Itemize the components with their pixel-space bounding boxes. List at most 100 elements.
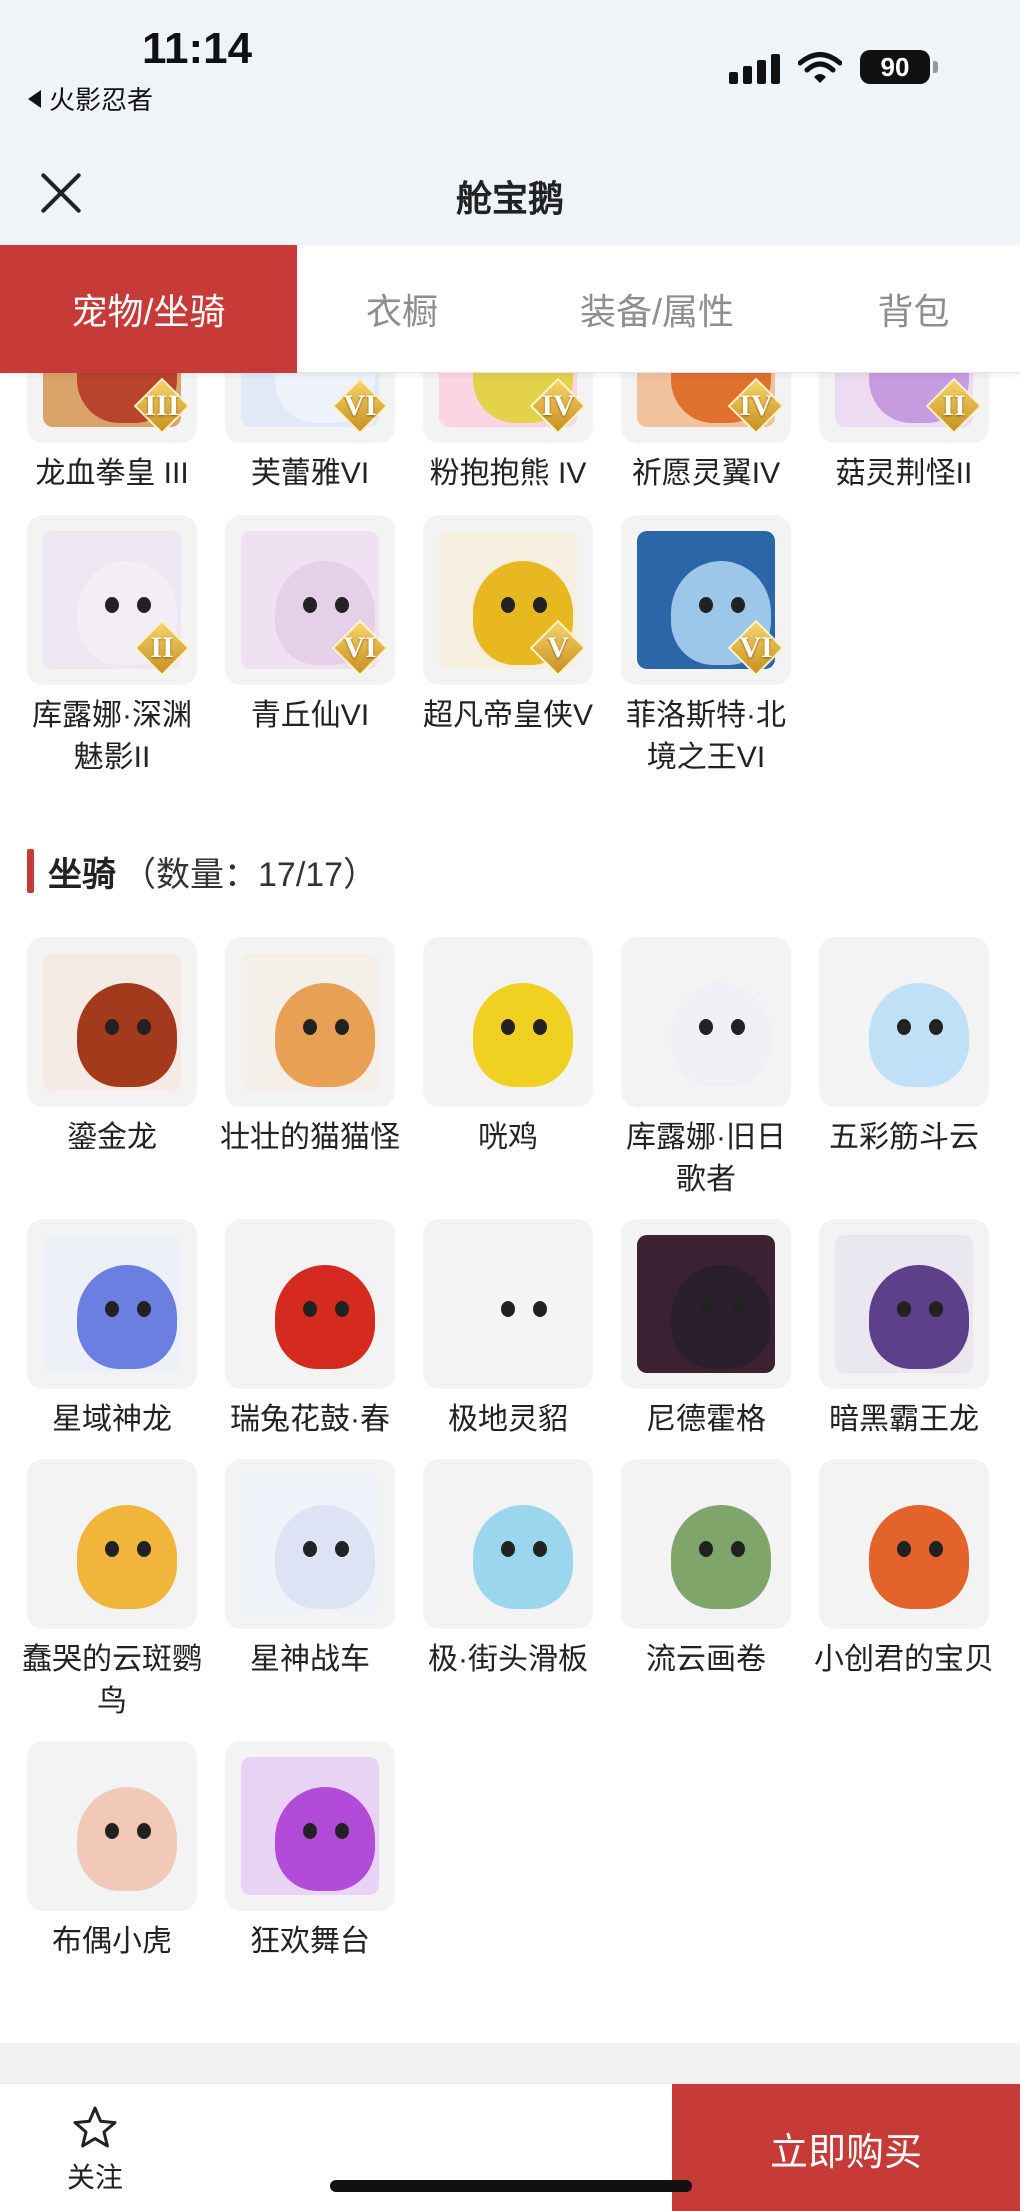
- character-body: [77, 1505, 177, 1609]
- character-eye: [105, 1019, 119, 1035]
- content-scroll[interactable]: III 龙血拳皇 III VI 芙蕾雅VI IV 粉抱抱熊 IV IV 祈愿灵翼IV II 菇灵荆…: [0, 373, 1020, 2043]
- character-body: [869, 1265, 969, 1369]
- character-eye: [335, 1823, 349, 1839]
- item-thumbnail: VI: [225, 515, 395, 685]
- mount-item[interactable]: 咣鸡: [423, 937, 593, 1201]
- mount-item[interactable]: 五彩筋斗云: [819, 937, 989, 1201]
- character-eye: [699, 1541, 713, 1557]
- pet-item[interactable]: VI 芙蕾雅VI: [225, 373, 395, 495]
- character-body: [275, 1505, 375, 1609]
- item-label: 库露娜·旧日歌者: [626, 1121, 786, 1196]
- wifi-icon: [798, 52, 842, 83]
- follow-button[interactable]: 关注: [40, 2104, 150, 2196]
- content-end-divider: [0, 2043, 1020, 2083]
- mount-item[interactable]: 极·街头滑板: [423, 1459, 593, 1723]
- mount-item[interactable]: 星域神龙: [27, 1219, 197, 1441]
- tier-numeral: II: [942, 389, 966, 422]
- mount-item[interactable]: 极地灵貂: [423, 1219, 593, 1441]
- mount-item[interactable]: 暗黑霸王龙: [819, 1219, 989, 1441]
- back-to-app-link[interactable]: 火影忍者: [28, 80, 153, 117]
- item-label: 库露娜·深渊魅影II: [32, 699, 192, 774]
- character-body: [275, 983, 375, 1087]
- character-eye: [105, 1541, 119, 1557]
- mount-item[interactable]: 瑞兔花鼓·春: [225, 1219, 395, 1441]
- item-thumbnail: [621, 1219, 791, 1389]
- tier-numeral: IV: [541, 389, 575, 422]
- item-label: 布偶小虎: [52, 1925, 172, 1958]
- character-eye: [105, 1823, 119, 1839]
- item-thumbnail: [27, 1459, 197, 1629]
- pet-item[interactable]: IV 粉抱抱熊 IV: [423, 373, 593, 495]
- mount-item[interactable]: 尼德霍格: [621, 1219, 791, 1441]
- character-body: [671, 1505, 771, 1609]
- bamboo-scroll-icon: [637, 1475, 775, 1613]
- buy-now-button[interactable]: 立即购买: [672, 2084, 1020, 2211]
- tab-equipment[interactable]: 装备/属性: [507, 245, 807, 373]
- mount-item[interactable]: 鎏金龙: [27, 937, 197, 1201]
- character-eye: [137, 1823, 151, 1839]
- character-eye: [501, 1541, 515, 1557]
- pet-item[interactable]: IV 祈愿灵翼IV: [621, 373, 791, 495]
- item-thumbnail: [423, 1219, 593, 1389]
- fat-cat-icon: [241, 953, 379, 1091]
- blue-dragon-icon: [43, 1235, 181, 1373]
- item-thumbnail: IV: [423, 373, 593, 443]
- tier-badge-icon: VI: [331, 377, 389, 435]
- tab-wardrobe[interactable]: 衣橱: [297, 245, 507, 373]
- tab-backpack[interactable]: 背包: [807, 245, 1020, 373]
- item-label: 极·街头滑板: [428, 1643, 588, 1676]
- item-thumbnail: V: [423, 515, 593, 685]
- mount-item[interactable]: 蠢哭的云斑鹦鸟: [22, 1459, 202, 1723]
- character-body: [77, 983, 177, 1087]
- character-body: [869, 1505, 969, 1609]
- pet-item[interactable]: V 超凡帝皇侠V: [423, 515, 593, 779]
- character-body: [473, 1265, 573, 1369]
- mount-item[interactable]: 布偶小虎: [27, 1741, 197, 1963]
- character-eye: [105, 1301, 119, 1317]
- skateboard-icon: [439, 1475, 577, 1613]
- mount-item[interactable]: 星神战车: [225, 1459, 395, 1723]
- character-eye: [137, 1541, 151, 1557]
- tier-badge-icon: II: [133, 619, 191, 677]
- dark-dragon-icon: [637, 1235, 775, 1373]
- item-label: 壮壮的猫猫怪: [220, 1121, 400, 1154]
- tier-badge-icon: VI: [331, 619, 389, 677]
- tab-pets-mounts[interactable]: 宠物/坐骑: [0, 245, 297, 373]
- tier-badge-icon: V: [529, 619, 587, 677]
- item-thumbnail: [225, 1219, 395, 1389]
- item-label: 超凡帝皇侠V: [422, 699, 593, 732]
- mount-item[interactable]: 小创君的宝贝: [814, 1459, 994, 1723]
- pet-item[interactable]: VI 青丘仙VI: [225, 515, 395, 779]
- character-eye: [303, 1019, 317, 1035]
- mount-item[interactable]: 狂欢舞台: [225, 1741, 395, 1963]
- pet-item[interactable]: II 菇灵荆怪II: [819, 373, 989, 495]
- pet-item[interactable]: VI 菲洛斯特·北境之王VI: [621, 515, 791, 779]
- tier-badge-icon: VI: [727, 619, 785, 677]
- pet-item[interactable]: III 龙血拳皇 III: [27, 373, 197, 495]
- character-eye: [137, 1019, 151, 1035]
- item-label: 蠢哭的云斑鹦鸟: [22, 1643, 202, 1718]
- character-eye: [731, 1019, 745, 1035]
- tier-numeral: III: [144, 389, 180, 422]
- item-label: 龙血拳皇 III: [35, 457, 189, 490]
- character-eye: [335, 597, 349, 613]
- section-count: （数量：17/17）: [122, 855, 378, 894]
- mount-item[interactable]: 库露娜·旧日歌者: [621, 937, 791, 1201]
- character-eye: [137, 597, 151, 613]
- rainbow-parrot-icon: [835, 1475, 973, 1613]
- tab-bar: 宠物/坐骑 衣橱 装备/属性 背包: [0, 245, 1020, 373]
- item-label: 瑞兔花鼓·春: [230, 1403, 390, 1436]
- pet-item[interactable]: II 库露娜·深渊魅影II: [27, 515, 197, 779]
- follow-label: 关注: [66, 2162, 123, 2193]
- character-body: [77, 1265, 177, 1369]
- character-body: [77, 1787, 177, 1891]
- item-label: 极地灵貂: [448, 1403, 568, 1436]
- item-thumbnail: [225, 1741, 395, 1911]
- mount-item[interactable]: 壮壮的猫猫怪: [220, 937, 400, 1201]
- mount-item[interactable]: 流云画卷: [621, 1459, 791, 1723]
- tier-badge-icon: III: [133, 377, 191, 435]
- character-body: [869, 983, 969, 1087]
- character-eye: [897, 1301, 911, 1317]
- heart-stage-icon: [241, 1757, 379, 1895]
- item-label: 芙蕾雅VI: [250, 457, 370, 490]
